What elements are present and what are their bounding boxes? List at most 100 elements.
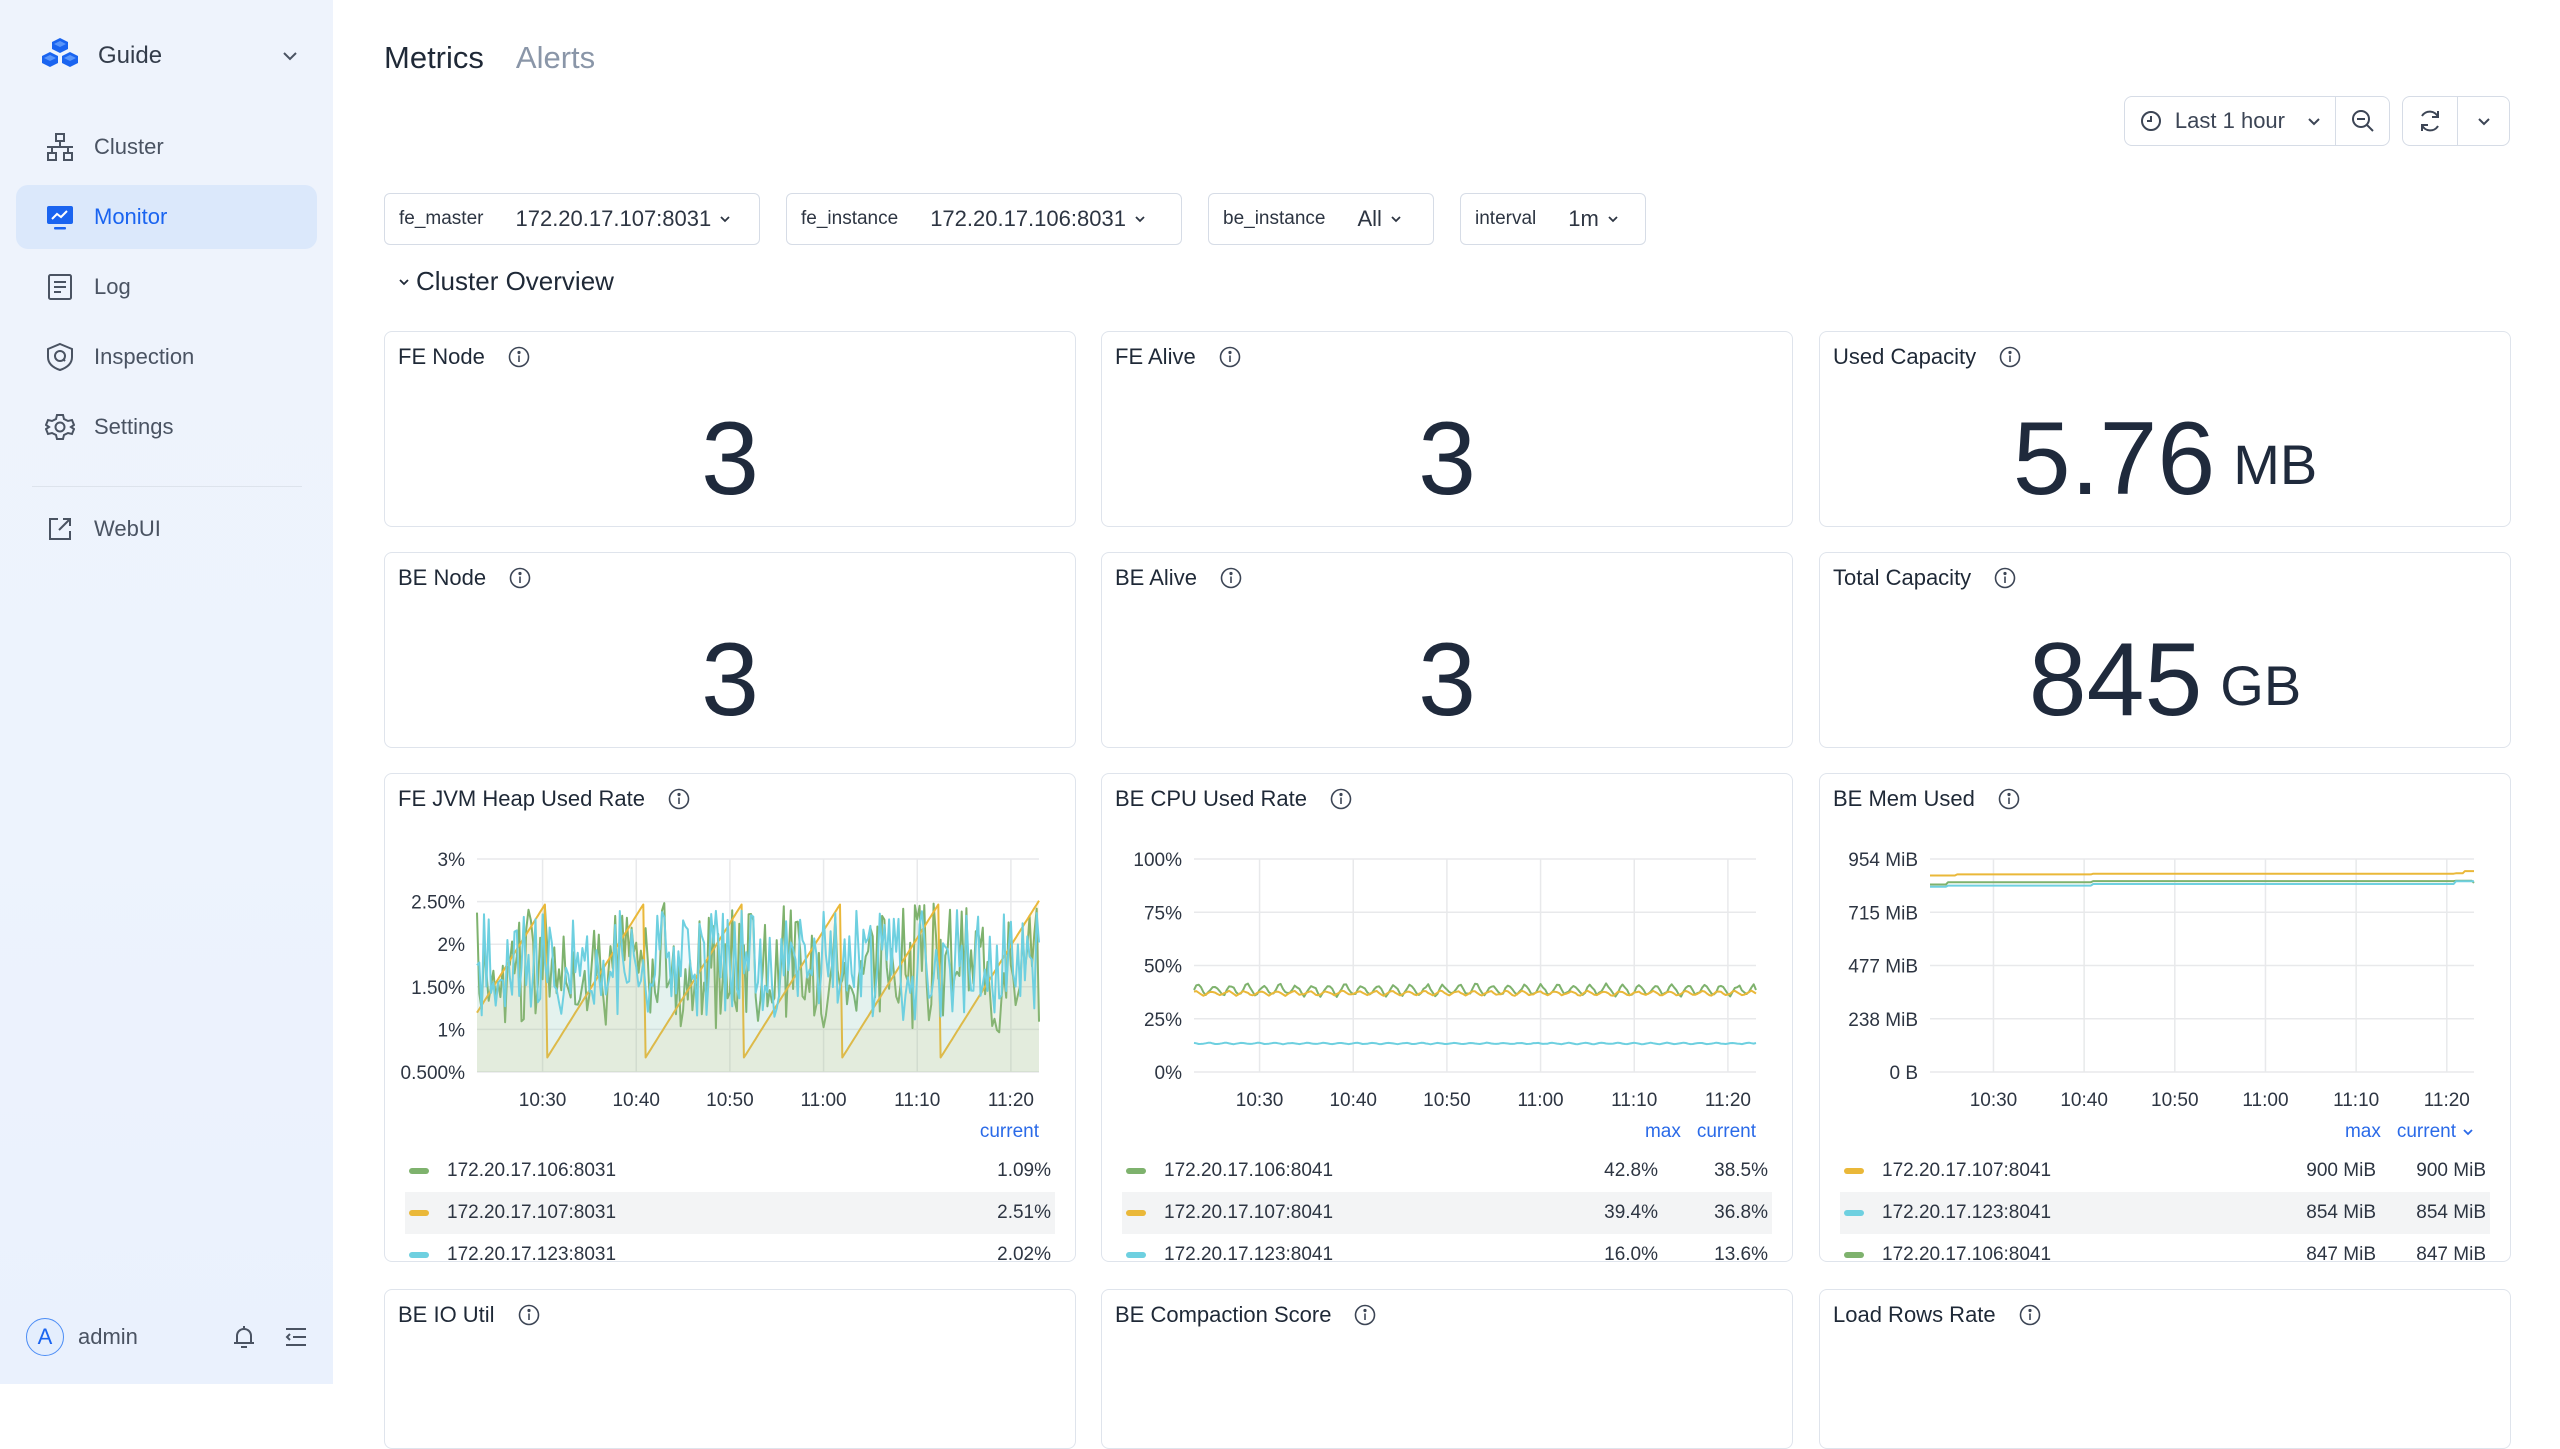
tab-metrics[interactable]: Metrics xyxy=(384,40,484,76)
info-icon[interactable] xyxy=(1993,566,2017,590)
legend-sort-current[interactable]: current xyxy=(2397,1121,2474,1143)
info-icon[interactable] xyxy=(507,345,531,369)
chart-plot[interactable]: 0.500% 1% 1.50% 2% 2.50% 3% 10:30 10:40 10:50 11:… xyxy=(385,830,1076,1120)
series-value: 1.09% xyxy=(997,1160,1051,1181)
filter-be-instance[interactable]: be_instance All xyxy=(1208,193,1434,245)
stat-value: 3 xyxy=(1418,401,1476,517)
variable-filters: fe_master 172.20.17.107:8031 fe_instance… xyxy=(384,193,1646,245)
panel-header: Used Capacity xyxy=(1833,344,2022,370)
sidebar-item-log[interactable]: Log xyxy=(16,255,317,319)
legend-row[interactable]: 172.20.17.106:8031 1.09% xyxy=(405,1150,1055,1192)
bell-icon[interactable] xyxy=(224,1317,264,1357)
series-value: 39.4% xyxy=(1604,1202,1658,1223)
section-cluster-overview[interactable]: Cluster Overview xyxy=(398,266,614,297)
sidebar-item-label: Monitor xyxy=(94,204,168,229)
series-swatch xyxy=(1126,1168,1146,1174)
info-icon[interactable] xyxy=(1353,1303,1377,1327)
brand-switcher[interactable]: Guide xyxy=(40,36,310,76)
info-icon[interactable] xyxy=(2018,1303,2042,1327)
chart-plot[interactable]: 0 B 238 MiB 477 MiB 715 MiB 954 MiB 10:30 10:4… xyxy=(1820,830,2511,1120)
info-icon[interactable] xyxy=(667,787,691,811)
chevron-down-icon xyxy=(1390,215,1402,223)
legend-row[interactable]: 172.20.17.123:8041 854 MiB 854 MiB xyxy=(1840,1192,2490,1234)
clock-icon xyxy=(2139,109,2163,133)
zoom-out-icon xyxy=(2350,108,2376,134)
filter-fe-instance[interactable]: fe_instance 172.20.17.106:8031 xyxy=(786,193,1182,245)
series-name: 172.20.17.123:8041 xyxy=(1164,1244,1334,1262)
sidebar-item-settings[interactable]: Settings xyxy=(16,395,317,459)
series-value: 13.6% xyxy=(1714,1244,1768,1262)
filter-fe-master[interactable]: fe_master 172.20.17.107:8031 xyxy=(384,193,760,245)
info-icon[interactable] xyxy=(1218,345,1242,369)
chart-panel-be-compaction-score: BE Compaction Score xyxy=(1101,1289,1793,1449)
legend-row[interactable]: 172.20.17.106:8041 42.8% 38.5% xyxy=(1122,1150,1772,1192)
stat-card-fe-node: FE Node 3 xyxy=(384,331,1076,527)
refresh-interval-dropdown[interactable] xyxy=(2457,97,2509,145)
refresh-icon xyxy=(2417,108,2443,134)
zoom-out-button[interactable] xyxy=(2335,97,2389,145)
y-tick-label: 3% xyxy=(438,850,466,871)
collapse-menu-icon[interactable] xyxy=(276,1317,316,1357)
legend-row[interactable]: 172.20.17.123:8031 2.02% xyxy=(405,1234,1055,1261)
series-line xyxy=(1193,1041,1757,1046)
series-name: 172.20.17.107:8031 xyxy=(447,1202,617,1223)
legend-row[interactable]: 172.20.17.107:8041 39.4% 36.8% xyxy=(1122,1192,1772,1234)
sidebar-item-inspection[interactable]: Inspection xyxy=(16,325,317,389)
legend-sort-current[interactable]: current xyxy=(980,1121,1039,1143)
chart-panel-be-cpu-used-rate: BE CPU Used Rate 0% 25% 50% 75% 100% 10:30 10:4… xyxy=(1101,773,1793,1262)
legend-table: 172.20.17.106:8031 1.09% 172.20.17.107:803… xyxy=(405,1150,1055,1261)
chevron-down-icon xyxy=(270,36,310,76)
info-icon[interactable] xyxy=(517,1303,541,1327)
info-icon[interactable] xyxy=(1997,787,2021,811)
series-name: 172.20.17.106:8031 xyxy=(447,1160,617,1181)
user-name[interactable]: admin xyxy=(78,1324,212,1350)
chart-plot[interactable]: 0% 25% 50% 75% 100% 10:30 10:40 10:50 11:00 11:10… xyxy=(1102,830,1793,1120)
stat-body: 3 xyxy=(385,613,1075,747)
external-link-icon xyxy=(44,513,76,545)
legend-row[interactable]: 172.20.17.123:8041 16.0% 13.6% xyxy=(1122,1234,1772,1262)
avatar[interactable]: A xyxy=(26,1318,64,1356)
legend-sort-current[interactable]: current xyxy=(1697,1121,1756,1143)
panel-title: Used Capacity xyxy=(1833,344,1977,369)
filter-key: be_instance xyxy=(1223,208,1326,229)
legend-sort-max[interactable]: max xyxy=(1645,1121,1681,1143)
stat-value: 5.76 xyxy=(2012,401,2216,517)
legend-row[interactable]: 172.20.17.107:8041 900 MiB 900 MiB xyxy=(1840,1150,2490,1192)
page-tabs: Metrics Alerts xyxy=(384,40,595,76)
y-tick-label: 477 MiB xyxy=(1848,957,1918,978)
legend-row[interactable]: 172.20.17.107:8031 2.51% xyxy=(405,1192,1055,1234)
filter-interval[interactable]: interval 1m xyxy=(1460,193,1646,245)
sidebar-item-webui[interactable]: WebUI xyxy=(16,497,317,561)
x-tick-label: 10:40 xyxy=(1329,1090,1377,1111)
sidebar-item-cluster[interactable]: Cluster xyxy=(16,115,317,179)
refresh-button[interactable] xyxy=(2403,97,2457,145)
series-value: 900 MiB xyxy=(2306,1160,2376,1181)
inspection-icon xyxy=(44,341,76,373)
legend-sort-max[interactable]: max xyxy=(2345,1121,2381,1143)
series-name: 172.20.17.107:8041 xyxy=(1882,1160,2052,1181)
sidebar-item-monitor[interactable]: Monitor xyxy=(16,185,317,249)
sidebar-item-label: Inspection xyxy=(94,344,195,369)
series-swatch xyxy=(1844,1210,1864,1216)
y-tick-label: 25% xyxy=(1144,1010,1182,1031)
panel-title: BE Compaction Score xyxy=(1115,1302,1332,1327)
series-name: 172.20.17.106:8041 xyxy=(1164,1160,1334,1181)
info-icon[interactable] xyxy=(508,566,532,590)
panel-title: Total Capacity xyxy=(1833,565,1972,590)
stat-card-total-capacity: Total Capacity 845 GB xyxy=(1819,552,2511,748)
sidebar: Guide Cluster Monitor Log Inspection Set… xyxy=(0,0,333,1384)
info-icon[interactable] xyxy=(1998,345,2022,369)
y-tick-label: 954 MiB xyxy=(1848,850,1918,871)
filter-key: fe_master xyxy=(399,208,484,229)
tab-alerts[interactable]: Alerts xyxy=(516,40,595,76)
logo-icon xyxy=(40,36,80,77)
sidebar-item-label: Log xyxy=(94,274,131,299)
chart-panel-fe-jvm-heap-used-rate: FE JVM Heap Used Rate 0.500% 1% 1.50% 2% 2.50… xyxy=(384,773,1076,1262)
legend-header: max current xyxy=(1645,1121,1756,1143)
info-icon[interactable] xyxy=(1219,566,1243,590)
legend-row[interactable]: 172.20.17.106:8041 847 MiB 847 MiB xyxy=(1840,1234,2490,1261)
info-icon[interactable] xyxy=(1329,787,1353,811)
time-range-picker[interactable]: Last 1 hour xyxy=(2125,97,2335,145)
panel-title: BE Mem Used xyxy=(1833,786,1975,811)
series-line xyxy=(1930,870,2474,877)
